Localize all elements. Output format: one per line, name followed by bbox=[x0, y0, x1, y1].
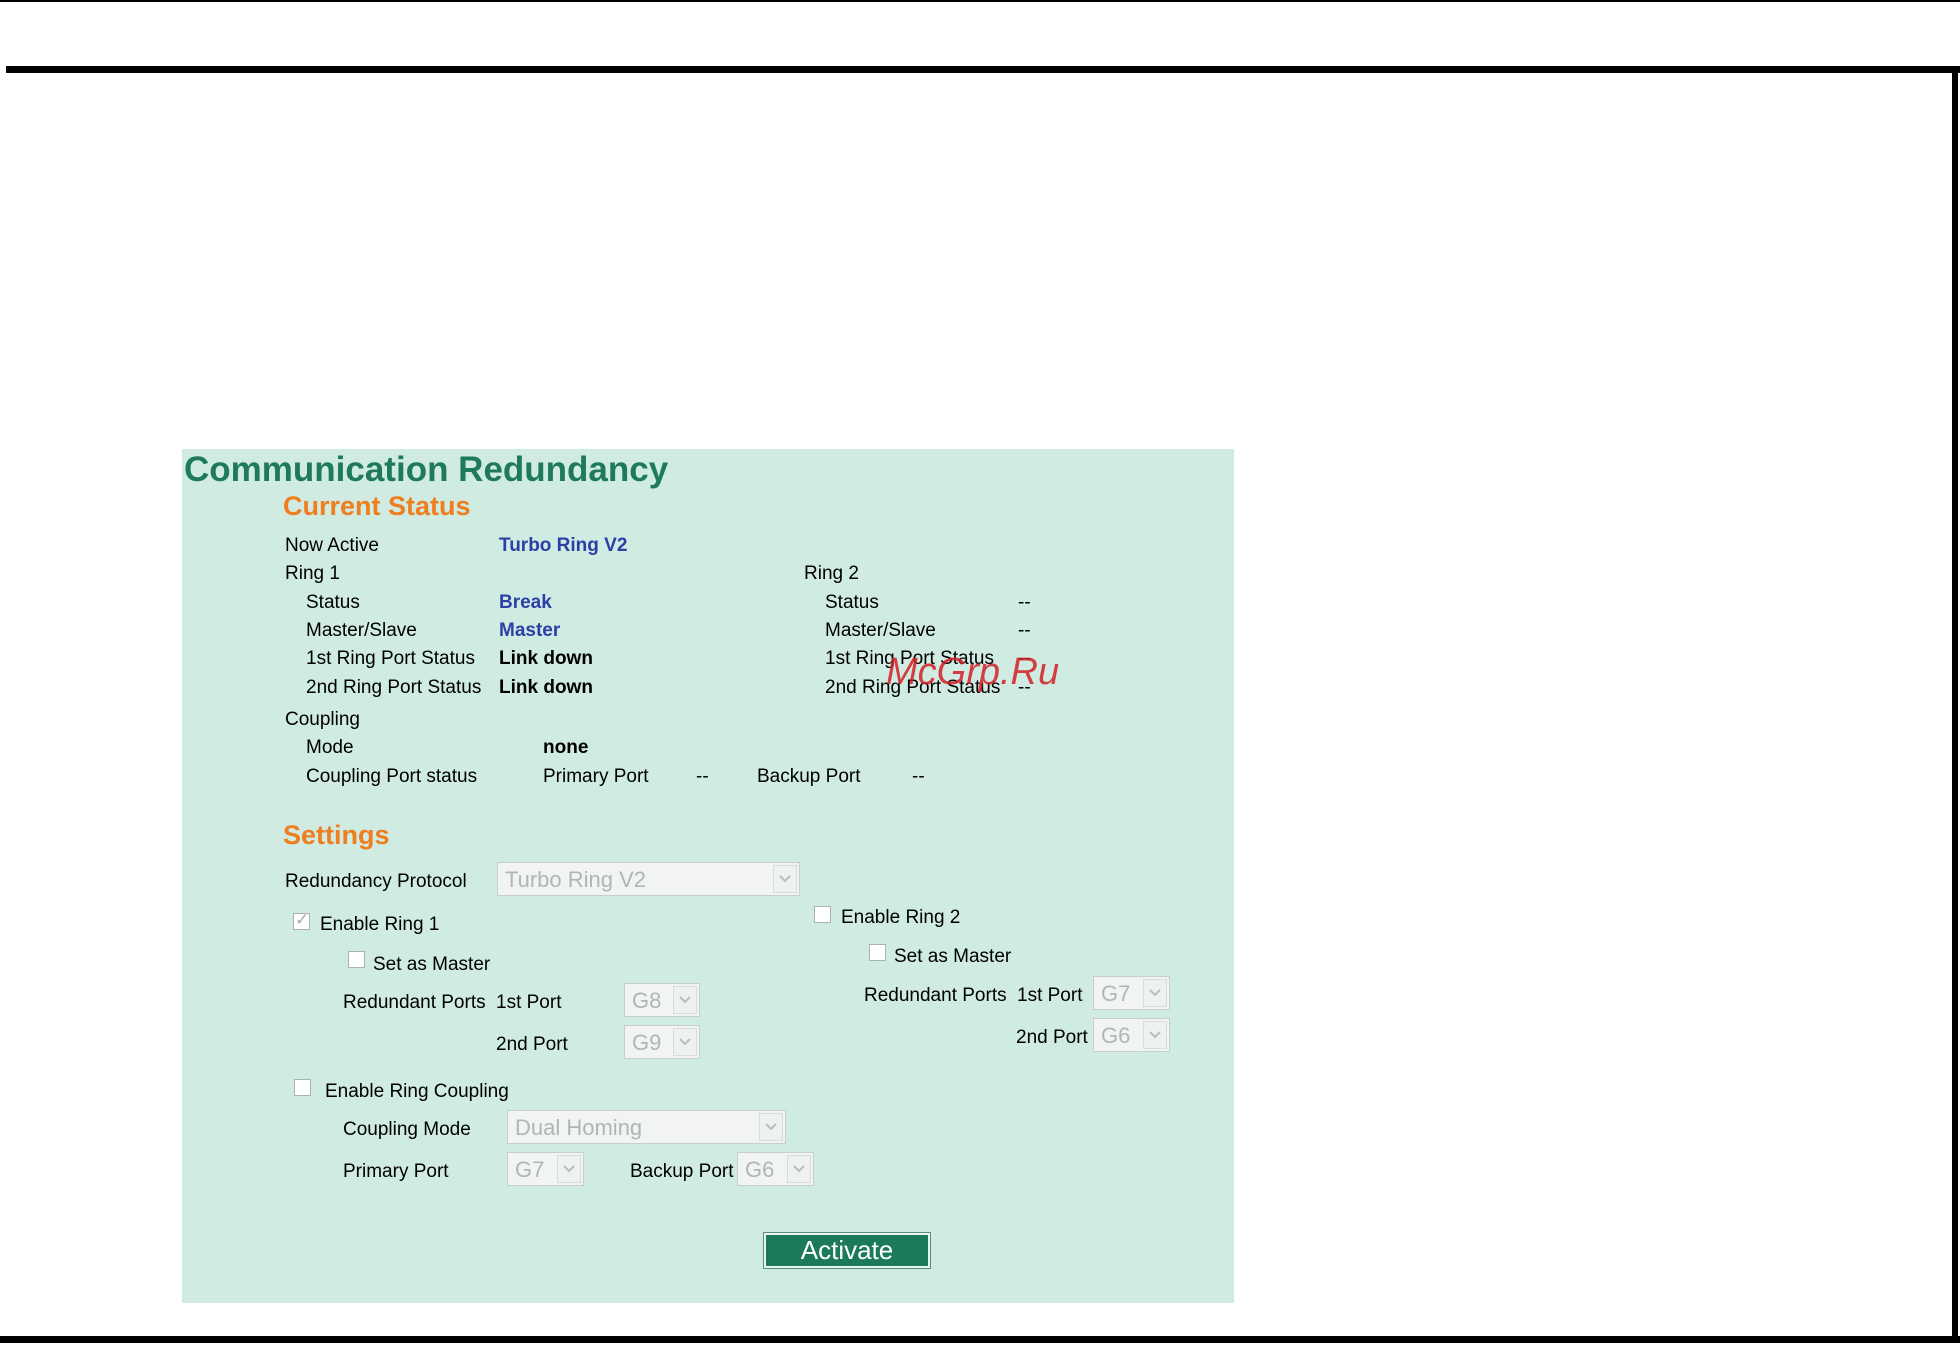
coupling-primary-select[interactable]: G7 bbox=[507, 1152, 584, 1186]
ring2-redundant-ports-label: Redundant Ports bbox=[864, 985, 1007, 1006]
ring1-status-value: Break bbox=[499, 592, 552, 613]
chevron-down-icon bbox=[673, 1028, 697, 1056]
coupling-port-status-label: Coupling Port status bbox=[306, 766, 478, 787]
ring1-port2-status-label: 2nd Ring Port Status bbox=[306, 677, 482, 698]
enable-ring-coupling-label: Enable Ring Coupling bbox=[325, 1081, 509, 1102]
frame-right-border bbox=[1952, 66, 1958, 1342]
ring1-redundant-ports-label: Redundant Ports bbox=[343, 992, 486, 1013]
enable-ring-coupling-checkbox[interactable] bbox=[294, 1079, 311, 1096]
chevron-down-icon bbox=[773, 865, 797, 893]
redundancy-protocol-label: Redundancy Protocol bbox=[285, 871, 467, 892]
ring2-port1-label: 1st Port bbox=[1017, 985, 1083, 1006]
coupling-mode-value: none bbox=[543, 737, 589, 758]
ring1-port2-label: 2nd Port bbox=[496, 1034, 568, 1055]
now-active-value: Turbo Ring V2 bbox=[499, 535, 628, 556]
ring1-port1-value: G8 bbox=[632, 988, 662, 1013]
current-status-heading: Current Status bbox=[283, 491, 471, 521]
ring1-port2-value: G9 bbox=[632, 1030, 662, 1055]
ring2-master-slave-value: -- bbox=[1018, 620, 1031, 641]
chevron-down-icon bbox=[787, 1155, 811, 1183]
coupling-backup-port-value: -- bbox=[912, 766, 925, 787]
ring2-port1-select[interactable]: G7 bbox=[1093, 976, 1170, 1010]
coupling-status-heading: Coupling bbox=[285, 709, 360, 730]
ring1-master-slave-label: Master/Slave bbox=[306, 620, 417, 641]
enable-ring2-checkbox[interactable] bbox=[814, 906, 831, 923]
activate-button[interactable]: Activate bbox=[764, 1233, 930, 1268]
ring2-port2-value: G6 bbox=[1101, 1023, 1131, 1048]
top-rule bbox=[0, 0, 1960, 2]
coupling-primary-port-value: -- bbox=[696, 766, 709, 787]
enable-ring1-label: Enable Ring 1 bbox=[320, 914, 440, 935]
redundancy-protocol-value: Turbo Ring V2 bbox=[505, 867, 647, 892]
ring1-set-master-label: Set as Master bbox=[373, 954, 491, 975]
coupling-mode-setting-label: Coupling Mode bbox=[343, 1119, 471, 1140]
ring2-master-slave-label: Master/Slave bbox=[825, 620, 936, 641]
ring2-set-master-checkbox[interactable] bbox=[869, 944, 886, 961]
ring2-status-heading: Ring 2 bbox=[804, 563, 859, 584]
ring2-status-value: -- bbox=[1018, 592, 1031, 613]
coupling-mode-select[interactable]: Dual Homing bbox=[507, 1110, 786, 1144]
ring1-port2-select[interactable]: G9 bbox=[624, 1025, 700, 1059]
frame-bottom-border bbox=[0, 1336, 1960, 1343]
now-active-label: Now Active bbox=[285, 535, 379, 556]
ring1-port1-status-value: Link down bbox=[499, 648, 593, 669]
coupling-primary-setting-value: G7 bbox=[515, 1157, 545, 1182]
ring2-set-master-label: Set as Master bbox=[894, 946, 1012, 967]
ring1-port2-status-value: Link down bbox=[499, 677, 593, 698]
coupling-primary-port-label: Primary Port bbox=[543, 766, 649, 787]
coupling-backup-port-label: Backup Port bbox=[757, 766, 861, 787]
chevron-down-icon bbox=[1143, 1021, 1167, 1049]
ring2-port2-label: 2nd Port bbox=[1016, 1027, 1088, 1048]
redundancy-panel: Communication Redundancy Current Status … bbox=[182, 449, 1234, 1303]
enable-ring1-checkbox[interactable]: ✓ bbox=[293, 910, 310, 930]
watermark: McGrp.Ru bbox=[886, 651, 1060, 693]
chevron-down-icon bbox=[673, 986, 697, 1014]
ring1-master-slave-value: Master bbox=[499, 620, 561, 641]
ring2-port2-select[interactable]: G6 bbox=[1093, 1018, 1170, 1052]
ring1-port1-label: 1st Port bbox=[496, 992, 562, 1013]
coupling-primary-setting-label: Primary Port bbox=[343, 1161, 449, 1182]
ring1-port1-status-label: 1st Ring Port Status bbox=[306, 648, 475, 669]
ring1-status-heading: Ring 1 bbox=[285, 563, 340, 584]
redundancy-protocol-select[interactable]: Turbo Ring V2 bbox=[497, 862, 800, 896]
coupling-mode-setting-value: Dual Homing bbox=[515, 1115, 643, 1140]
frame-top-border bbox=[6, 66, 1960, 73]
ring2-port1-value: G7 bbox=[1101, 981, 1131, 1006]
check-icon: ✓ bbox=[295, 910, 310, 929]
settings-heading: Settings bbox=[283, 820, 390, 850]
chevron-down-icon bbox=[1143, 979, 1167, 1007]
coupling-backup-setting-value: G6 bbox=[745, 1157, 775, 1182]
chevron-down-icon bbox=[557, 1155, 581, 1183]
coupling-backup-select[interactable]: G6 bbox=[737, 1152, 814, 1186]
page-title: Communication Redundancy bbox=[184, 450, 669, 489]
ring1-status-label: Status bbox=[306, 592, 360, 613]
chevron-down-icon bbox=[759, 1113, 783, 1141]
ring2-status-label: Status bbox=[825, 592, 879, 613]
coupling-backup-setting-label: Backup Port bbox=[630, 1161, 734, 1182]
ring1-port1-select[interactable]: G8 bbox=[624, 983, 700, 1017]
ring1-set-master-checkbox[interactable] bbox=[348, 951, 365, 968]
coupling-mode-label: Mode bbox=[306, 737, 354, 758]
enable-ring2-label: Enable Ring 2 bbox=[841, 907, 961, 928]
